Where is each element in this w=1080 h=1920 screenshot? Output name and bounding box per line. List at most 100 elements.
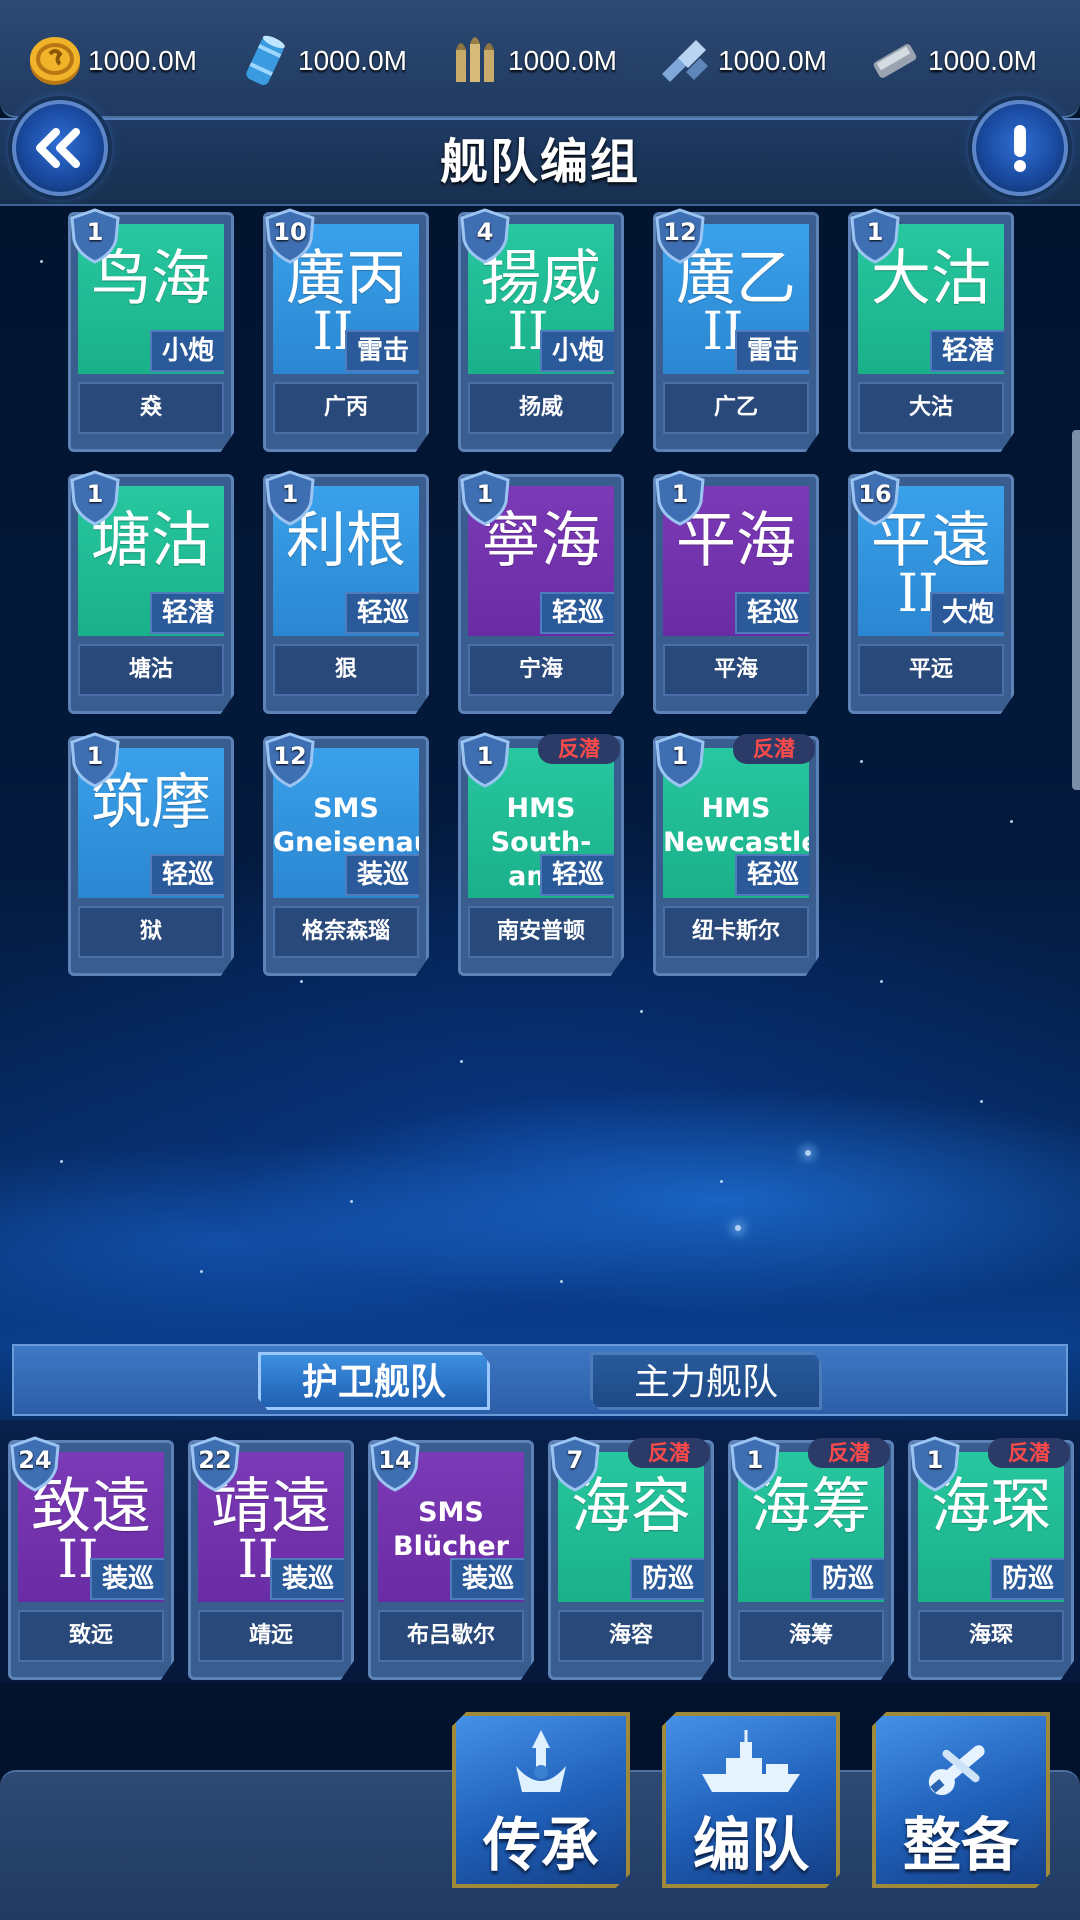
ship-type-badge: 轻巡 (540, 592, 614, 634)
inherit-button[interactable]: 传承 (452, 1712, 630, 1888)
ship-type-badge: 轻巡 (540, 854, 614, 896)
resource-item[interactable]: 1000.0M (866, 32, 1076, 90)
ship-name: 海容 (558, 1610, 704, 1662)
tab-main-fleet[interactable]: 主力舰队 (590, 1352, 822, 1410)
level-badge: 1 (848, 208, 902, 264)
roster-ship-card[interactable]: 平遠 II 大炮 平远 16 (848, 470, 1014, 714)
roster-ship-card[interactable]: 筑摩 轻巡狱 1 (68, 732, 234, 976)
level-value: 4 (476, 218, 494, 246)
ship-name: 大沽 (858, 382, 1004, 434)
oil-barrel-icon (236, 32, 294, 90)
action-label: 编队 (692, 1811, 809, 1879)
resource-value: 1000.0M (88, 45, 197, 76)
roster-ship-card[interactable]: HMS Newcastle 轻巡 纽卡斯尔 1 反潜 (653, 732, 819, 976)
ship-name: 平海 (663, 644, 809, 696)
fleet-ship-card[interactable]: 致遠 II 装巡 致远 24 (8, 1436, 174, 1680)
level-value: 1 (926, 1446, 944, 1474)
asw-tag: 反潜 (808, 1438, 890, 1468)
asw-tag: 反潜 (988, 1438, 1070, 1468)
level-value: 1 (671, 480, 689, 508)
resource-item[interactable]: 1000.0M (446, 32, 656, 90)
maintenance-button[interactable]: 整备 (872, 1712, 1050, 1888)
ship-name: 广丙 (273, 382, 419, 434)
steel-icon (656, 32, 714, 90)
ammo-shells-icon (446, 32, 504, 90)
formation-button[interactable]: 编队 (662, 1712, 840, 1888)
level-value: 1 (746, 1446, 764, 1474)
level-badge: 16 (848, 470, 902, 526)
level-badge: 12 (263, 732, 317, 788)
ship-name: 南安普顿 (468, 906, 614, 958)
fleet-ship-card[interactable]: 靖遠 II 装巡 靖远 22 (188, 1436, 354, 1680)
asw-tag: 反潜 (733, 734, 815, 764)
scrollbar[interactable] (1072, 430, 1080, 790)
ship-latin-name: HMS Newcastle (663, 793, 809, 858)
ship-name: 致远 (18, 1610, 164, 1662)
ship-name: 广乙 (663, 382, 809, 434)
level-badge: 10 (263, 208, 317, 264)
page-title: 舰队编组 (439, 134, 640, 190)
level-badge: 1 (653, 470, 707, 526)
level-value: 1 (476, 742, 494, 770)
resource-value: 1000.0M (508, 45, 617, 76)
ship-latin-name: SMS Blücher (393, 1497, 509, 1562)
fleet-ship-icon (666, 1726, 836, 1806)
ship-name: 宁海 (468, 644, 614, 696)
asw-tag: 反潜 (538, 734, 620, 764)
resource-value: 1000.0M (718, 45, 827, 76)
ship-name: 布吕歇尔 (378, 1610, 524, 1662)
level-value: 1 (671, 742, 689, 770)
ship-type-badge: 雷击 (735, 330, 809, 372)
level-value: 1 (281, 480, 299, 508)
ship-name: 扬威 (468, 382, 614, 434)
roster-ship-card[interactable]: SMS Gneisenau 装巡 格奈森瑙 12 (263, 732, 429, 976)
resource-item[interactable]: 1000.0M (26, 32, 236, 90)
level-value: 16 (858, 480, 892, 508)
aluminum-ingot-icon (866, 32, 924, 90)
ship-name: 狱 (78, 906, 224, 958)
level-value: 1 (86, 218, 104, 246)
resource-value: 1000.0M (928, 45, 1037, 76)
level-value: 7 (566, 1446, 584, 1474)
roster-ship-card[interactable]: 鸟海 小炮猋 1 (68, 208, 234, 452)
ship-type-badge: 轻巡 (345, 592, 419, 634)
roster-ship-card[interactable]: 利根 轻巡狠 1 (263, 470, 429, 714)
ship-type-badge: 防巡 (990, 1558, 1064, 1600)
roster-ship-card[interactable]: 廣乙 II 雷击 广乙 12 (653, 208, 819, 452)
ship-type-badge: 雷击 (345, 330, 419, 372)
fleet-ship-card[interactable]: 海容 防巡 海容 7 反潜 (548, 1436, 714, 1680)
level-badge: 1 (653, 732, 707, 788)
ship-type-badge: 防巡 (810, 1558, 884, 1600)
ship-type-badge: 轻巡 (150, 854, 224, 896)
ship-name: 格奈森瑙 (273, 906, 419, 958)
fleet-ship-card[interactable]: 海琛 防巡 海琛 1 反潜 (908, 1436, 1074, 1680)
level-badge: 1 (68, 208, 122, 264)
resource-item[interactable]: 1000.0M (656, 32, 866, 90)
tab-escort-fleet[interactable]: 护卫舰队 (258, 1352, 490, 1410)
inheritance-icon (456, 1726, 626, 1806)
ship-type-badge: 轻潜 (930, 330, 1004, 372)
asw-tag: 反潜 (628, 1438, 710, 1468)
info-button[interactable] (972, 100, 1068, 196)
level-badge: 1 (263, 470, 317, 526)
roster-ship-card[interactable]: 大沽 轻潜 大沽 1 (848, 208, 1014, 452)
exclamation-icon (1014, 125, 1026, 172)
level-badge: 24 (8, 1436, 62, 1492)
roster-ship-card[interactable]: 寧海 轻巡 宁海 1 (458, 470, 624, 714)
wrench-icon (876, 1726, 1046, 1806)
level-badge: 7 (548, 1436, 602, 1492)
level-value: 14 (378, 1446, 412, 1474)
fleet-ship-card[interactable]: 海筹 防巡 海筹 1 反潜 (728, 1436, 894, 1680)
fleet-ship-card[interactable]: SMS Blücher 装巡 布吕歇尔 14 (368, 1436, 534, 1680)
roster-ship-card[interactable]: 廣丙 II 雷击 广丙 10 (263, 208, 429, 452)
resource-item[interactable]: 1000.0M (236, 32, 446, 90)
level-badge: 22 (188, 1436, 242, 1492)
roster-ship-card[interactable]: 塘沽 轻潜 塘沽 1 (68, 470, 234, 714)
level-badge: 4 (458, 208, 512, 264)
roster-ship-card[interactable]: HMS South-amp轻巡南安普顿1反潜 (458, 732, 624, 976)
ship-name: 靖远 (198, 1610, 344, 1662)
level-badge: 1 (908, 1436, 962, 1492)
roster-ship-card[interactable]: 揚威 II 小炮 扬威 4 (458, 208, 624, 452)
roster-ship-card[interactable]: 平海 轻巡 平海 1 (653, 470, 819, 714)
ship-type-badge: 装巡 (345, 854, 419, 896)
